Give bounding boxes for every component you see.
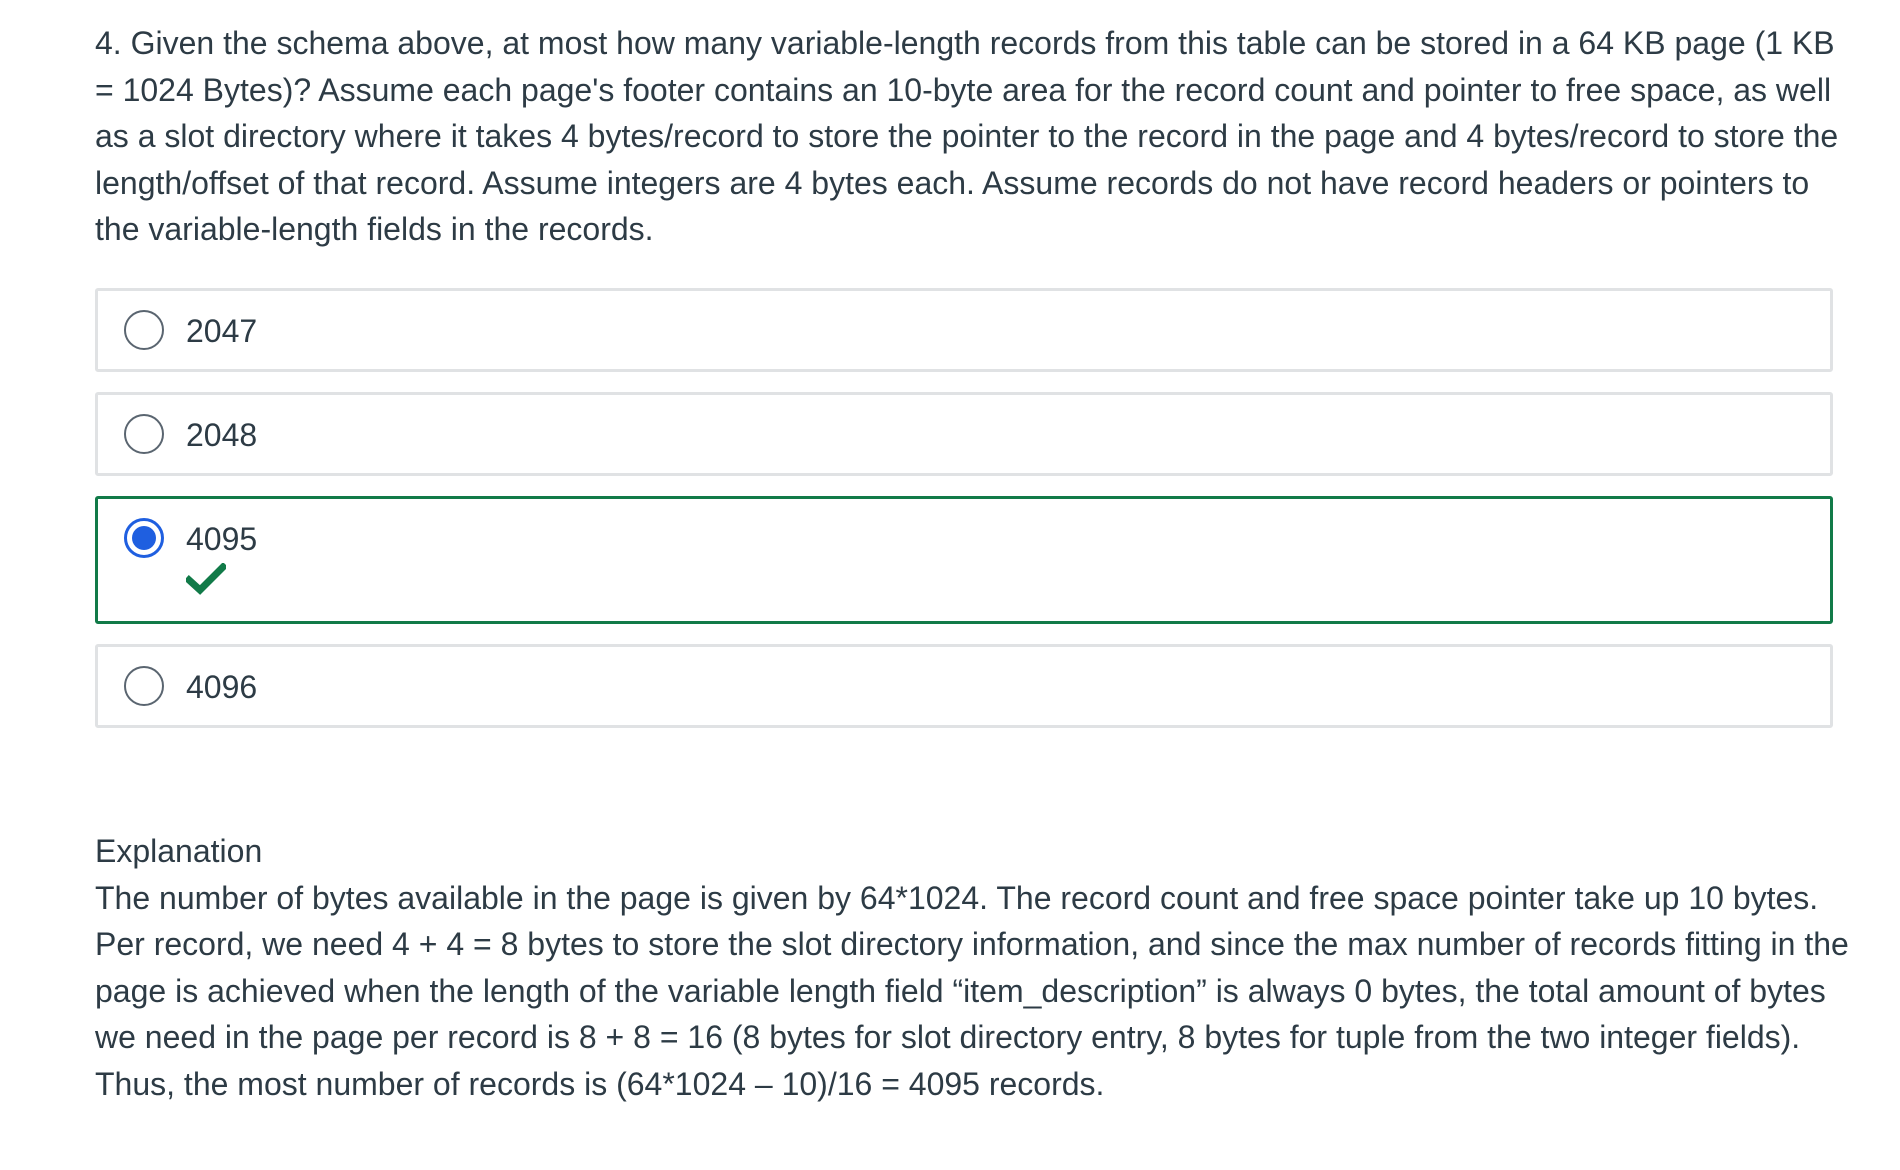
radio-button[interactable] xyxy=(124,666,164,706)
radio-button[interactable] xyxy=(124,310,164,350)
answer-list: 2047 2048 4095 4096 xyxy=(95,288,1833,748)
answer-label: 2047 xyxy=(186,313,258,349)
radio-button-selected[interactable] xyxy=(124,518,164,558)
explanation-section: Explanation The number of bytes availabl… xyxy=(95,828,1855,1107)
answer-label: 4096 xyxy=(186,669,258,705)
answer-label: 2048 xyxy=(186,417,258,453)
answer-option-4096[interactable]: 4096 xyxy=(95,644,1833,728)
answer-label: 4095 xyxy=(186,521,258,557)
answer-option-2048[interactable]: 2048 xyxy=(95,392,1833,476)
radio-button[interactable] xyxy=(124,414,164,454)
explanation-title: Explanation xyxy=(95,833,263,869)
explanation-text: The number of bytes available in the pag… xyxy=(95,879,1849,1102)
checkmark-icon xyxy=(186,563,226,595)
answer-option-2047[interactable]: 2047 xyxy=(95,288,1833,372)
answer-option-4095[interactable]: 4095 xyxy=(95,496,1833,624)
question-text: 4. Given the schema above, at most how m… xyxy=(95,25,1839,247)
